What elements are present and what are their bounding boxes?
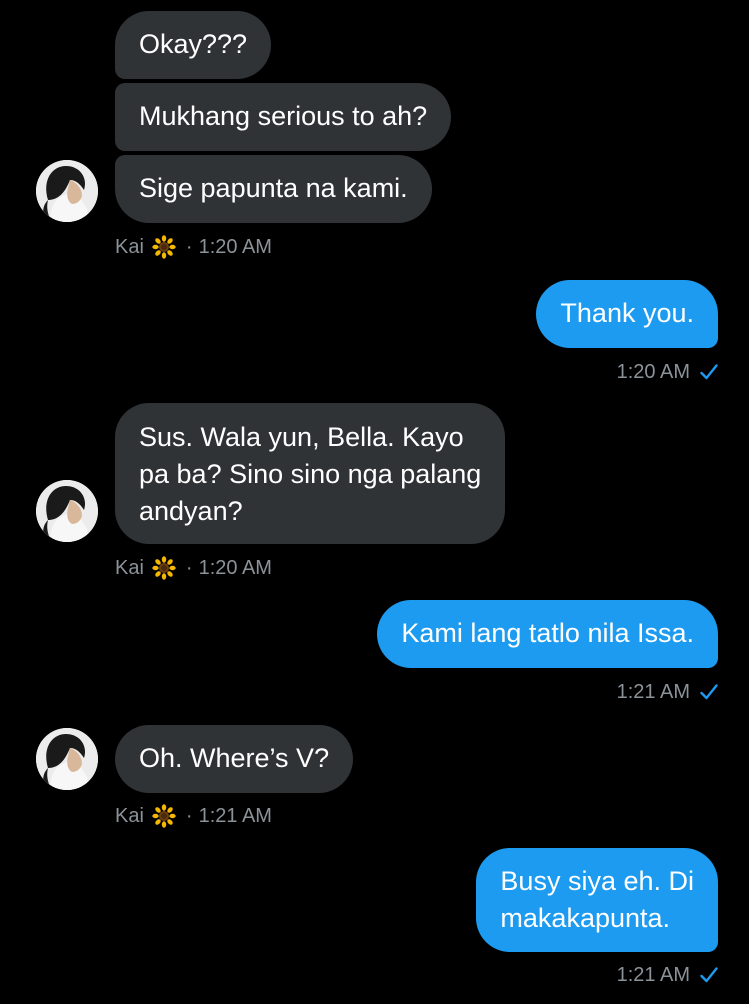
- sunflower-icon: [152, 804, 176, 828]
- message-meta: 1:20 AM: [617, 358, 718, 386]
- sunflower-icon: [152, 235, 176, 259]
- message-text: Okay???: [139, 29, 248, 59]
- sender-name: Kai: [115, 804, 144, 827]
- message-bubble-incoming[interactable]: Oh. Where’s V?: [115, 725, 354, 793]
- timestamp: 1:20 AM: [198, 235, 272, 258]
- message-bubble-outgoing[interactable]: Thank you.: [536, 280, 718, 348]
- sender-name: Kai: [115, 235, 144, 258]
- message-bubble-outgoing[interactable]: Kami lang tatlo nila Issa.: [377, 600, 718, 668]
- message-bubble-incoming[interactable]: Mukhang serious to ah?: [115, 83, 452, 151]
- message-text: Mukhang serious to ah?: [139, 101, 428, 131]
- message-line: makakapunta.: [500, 903, 671, 933]
- message-line: andyan?: [139, 496, 243, 526]
- avatar[interactable]: [36, 160, 98, 222]
- message-bubble-incoming[interactable]: Sige papunta na kami.: [115, 155, 432, 223]
- checkmark-icon: [700, 364, 718, 380]
- timestamp: 1:21 AM: [198, 804, 272, 827]
- timestamp: 1:20 AM: [198, 556, 272, 579]
- message-meta: 1:21 AM: [617, 961, 718, 989]
- sunflower-icon: [152, 556, 176, 580]
- message-meta: 1:21 AM: [617, 678, 718, 706]
- avatar[interactable]: [36, 728, 98, 790]
- message-line: Busy siya eh. Di: [500, 866, 694, 896]
- avatar[interactable]: [36, 480, 98, 542]
- message-text: Thank you.: [560, 298, 694, 328]
- message-meta: Kai · 1:21 AM: [115, 802, 272, 830]
- message-bubble-incoming[interactable]: Sus. Wala yun, Bella. Kayo pa ba? Sino s…: [115, 403, 506, 544]
- message-bubble-outgoing[interactable]: Busy siya eh. Di makakapunta.: [476, 848, 718, 952]
- message-line: Sus. Wala yun, Bella. Kayo: [139, 422, 464, 452]
- timestamp: 1:20 AM: [616, 360, 690, 383]
- checkmark-icon: [700, 967, 718, 983]
- message-meta: Kai · 1:20 AM: [115, 554, 272, 582]
- timestamp: 1:21 AM: [616, 963, 690, 986]
- message-text: Kami lang tatlo nila Issa.: [401, 618, 694, 648]
- separator: ·: [185, 804, 193, 827]
- separator: ·: [185, 235, 193, 258]
- message-meta: Kai · 1:20 AM: [115, 233, 272, 261]
- message-text: Sige papunta na kami.: [139, 173, 408, 203]
- sender-name: Kai: [115, 556, 144, 579]
- message-text: Oh. Where’s V?: [139, 743, 330, 773]
- separator: ·: [185, 556, 193, 579]
- message-line: pa ba? Sino sino nga palang: [139, 459, 482, 489]
- checkmark-icon: [700, 684, 718, 700]
- timestamp: 1:21 AM: [616, 680, 690, 703]
- message-bubble-incoming[interactable]: Okay???: [115, 11, 272, 79]
